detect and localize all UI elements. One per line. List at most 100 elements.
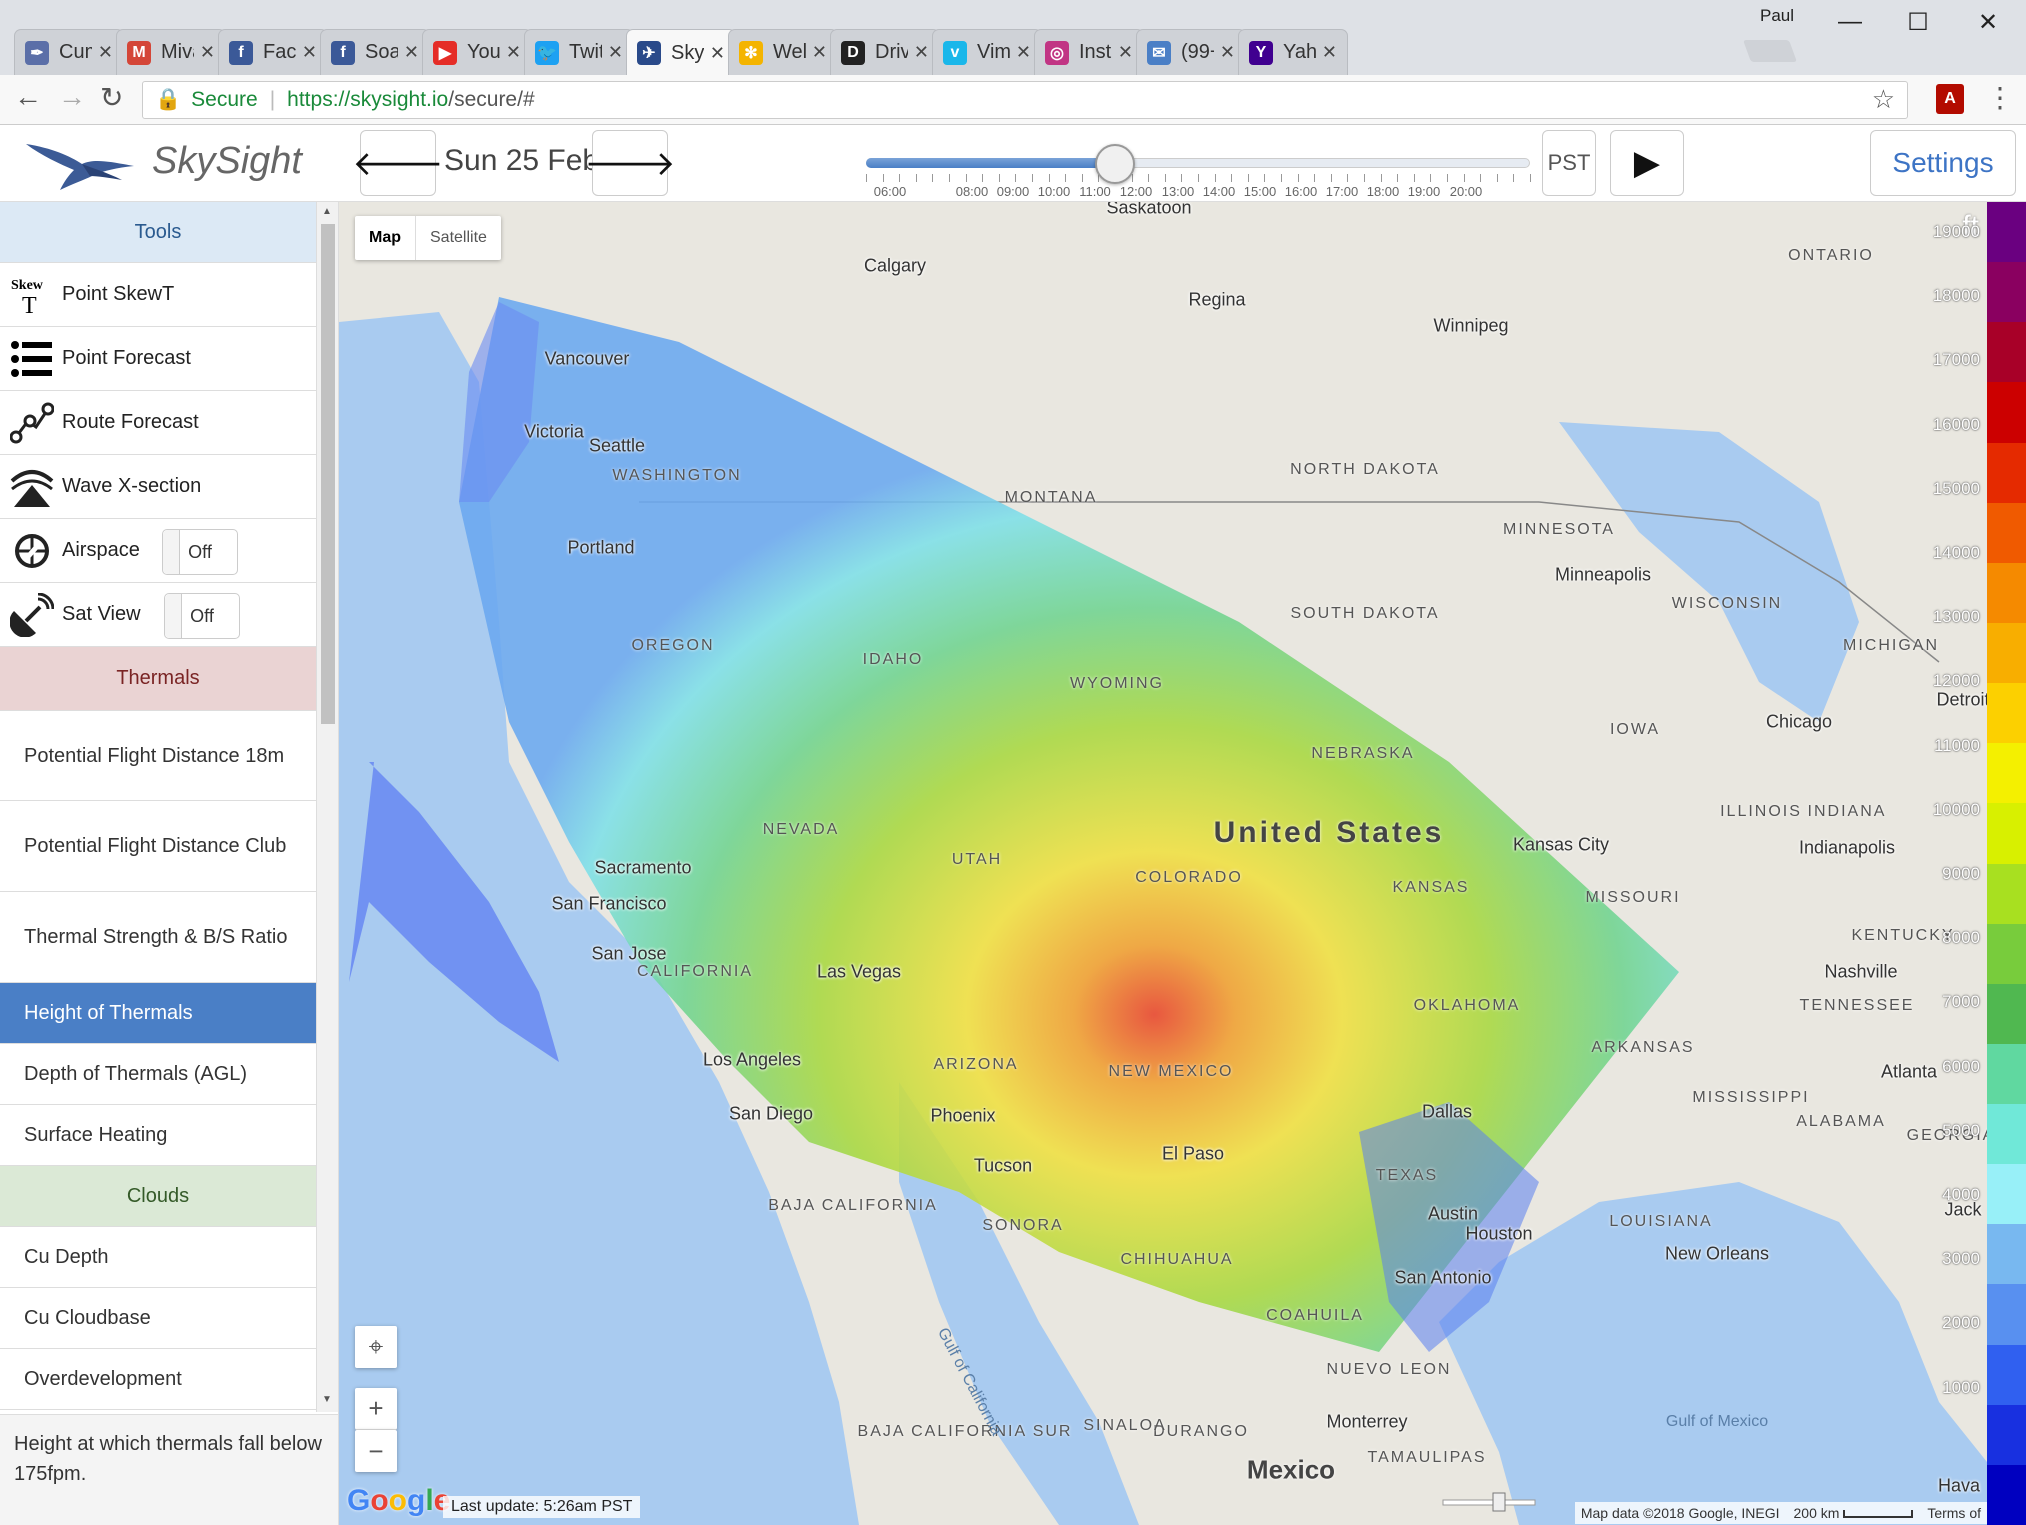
- time-label[interactable]: 17:00: [1326, 184, 1359, 199]
- map-type-satellite-button[interactable]: Satellite: [415, 216, 501, 260]
- zoom-in-button[interactable]: +: [355, 1388, 397, 1430]
- browser-menu-icon[interactable]: ⋮: [1986, 81, 2014, 114]
- time-label[interactable]: 08:00: [956, 184, 989, 199]
- time-slider[interactable]: 06:00 08:00 09:00 10:00 11:00 12:00 13:00 14:00…: [866, 144, 1531, 199]
- terms-link[interactable]: Terms of: [1927, 1505, 1981, 1521]
- scroll-down-icon[interactable]: ▼: [322, 1394, 332, 1405]
- time-label[interactable]: 20:00: [1450, 184, 1483, 199]
- layer-overdevelopment[interactable]: Overdevelopment: [0, 1349, 316, 1410]
- time-label[interactable]: 10:00: [1038, 184, 1071, 199]
- address-bar[interactable]: 🔒 Secure | https://skysight.io /secure/#…: [142, 81, 1908, 119]
- my-location-button[interactable]: ⌖: [355, 1326, 397, 1368]
- browser-tab[interactable]: ✉ (99+) ✕: [1136, 29, 1246, 75]
- map-type-control[interactable]: Map Satellite: [355, 216, 501, 260]
- browser-tab[interactable]: Y Yaho ✕: [1238, 29, 1348, 75]
- bookmark-star-icon[interactable]: ☆: [1872, 84, 1895, 115]
- tab-close-icon[interactable]: ✕: [302, 42, 317, 63]
- browser-tab[interactable]: v Vime ✕: [932, 29, 1042, 75]
- browser-tab[interactable]: ▶ YouT ✕: [422, 29, 532, 75]
- tab-close-icon[interactable]: ✕: [1322, 42, 1337, 63]
- layer-depth-of-thermals[interactable]: Depth of Thermals (AGL): [0, 1044, 316, 1105]
- time-tick: [915, 174, 917, 182]
- tool-airspace[interactable]: Airspace Off: [0, 519, 316, 583]
- tab-close-icon[interactable]: ✕: [98, 42, 113, 63]
- sat-view-toggle[interactable]: Off: [164, 593, 240, 639]
- tool-point-skewt[interactable]: Skew T Point SkewT: [0, 263, 316, 327]
- airspace-toggle[interactable]: Off: [162, 529, 238, 575]
- map-canvas[interactable]: [339, 202, 1987, 1525]
- tab-close-icon[interactable]: ✕: [710, 43, 725, 64]
- close-window-icon[interactable]: ✕: [1958, 4, 2018, 40]
- next-day-button[interactable]: 🡒: [584, 130, 676, 196]
- browser-tab[interactable]: ✒ Cumu ✕: [14, 29, 124, 75]
- layer-potential-flight-distance-18m[interactable]: Potential Flight Distance 18m: [0, 711, 316, 801]
- layer-cu-depth[interactable]: Cu Depth: [0, 1227, 316, 1288]
- tab-close-icon[interactable]: ✕: [1016, 42, 1031, 63]
- sidebar-scrollbar[interactable]: ▲ ▼: [316, 202, 338, 1412]
- zoom-out-button[interactable]: −: [355, 1430, 397, 1472]
- tab-close-icon[interactable]: ✕: [812, 42, 827, 63]
- clouds-section-header[interactable]: Clouds: [0, 1166, 316, 1227]
- tab-close-icon[interactable]: ✕: [608, 42, 623, 63]
- browser-tab[interactable]: ◎ Insta ✕: [1034, 29, 1144, 75]
- pdf-extension-icon[interactable]: A: [1936, 84, 1964, 114]
- time-label[interactable]: 09:00: [997, 184, 1030, 199]
- tool-route-forecast[interactable]: Route Forecast: [0, 391, 316, 455]
- tab-close-icon[interactable]: ✕: [200, 42, 215, 63]
- layer-cu-cloudbase[interactable]: Cu Cloudbase: [0, 1288, 316, 1349]
- prev-day-button[interactable]: 🡐: [352, 130, 444, 196]
- browser-tab[interactable]: 🐦 Twitt ✕: [524, 29, 634, 75]
- tools-section-header[interactable]: Tools: [0, 202, 316, 263]
- time-label[interactable]: 13:00: [1162, 184, 1195, 199]
- tab-close-icon[interactable]: ✕: [914, 42, 929, 63]
- forecast-map[interactable]: Saskatoon Calgary Regina Winnipeg Vancouver V…: [339, 202, 1987, 1525]
- browser-tab[interactable]: M Miva ✕: [116, 29, 226, 75]
- tab-close-icon[interactable]: ✕: [1118, 42, 1133, 63]
- new-tab-button[interactable]: [1742, 40, 1798, 62]
- time-label[interactable]: 11:00: [1079, 184, 1111, 199]
- browser-tab[interactable]: D Drive ✕: [830, 29, 940, 75]
- tab-close-icon[interactable]: ✕: [1220, 42, 1235, 63]
- time-label[interactable]: 16:00: [1285, 184, 1318, 199]
- browser-tab[interactable]: f Soari ✕: [320, 29, 430, 75]
- profile-name[interactable]: Paul: [1760, 6, 1794, 26]
- time-label[interactable]: 12:00: [1120, 184, 1153, 199]
- thermals-section-header[interactable]: Thermals: [0, 647, 316, 711]
- timezone-button[interactable]: PST: [1542, 130, 1596, 196]
- browser-tab[interactable]: f Facel ✕: [218, 29, 328, 75]
- tab-close-icon[interactable]: ✕: [404, 42, 419, 63]
- browser-tab[interactable]: ✈ SkySi ✕: [626, 29, 736, 76]
- settings-button[interactable]: Settings: [1870, 130, 2016, 196]
- reload-icon[interactable]: ↻: [100, 81, 123, 114]
- sidebar-scroll-thumb[interactable]: [321, 224, 335, 724]
- minimize-icon[interactable]: —: [1820, 4, 1880, 40]
- tab-close-icon[interactable]: ✕: [506, 42, 521, 63]
- time-label[interactable]: 15:00: [1244, 184, 1277, 199]
- layer-height-of-thermals[interactable]: Height of Thermals: [0, 983, 316, 1044]
- layer-list[interactable]: Tools Skew T Point SkewT Point Forecast R…: [0, 202, 316, 1412]
- scroll-up-icon[interactable]: ▲: [322, 206, 332, 217]
- layer-thermal-strength[interactable]: Thermal Strength & B/S Ratio: [0, 892, 316, 983]
- maximize-icon[interactable]: ☐: [1888, 4, 1948, 40]
- play-button[interactable]: ▶: [1610, 130, 1684, 196]
- map-type-map-button[interactable]: Map: [355, 216, 415, 260]
- legend-swatch: [1987, 1404, 2026, 1466]
- region-label: NUEVO LEON: [1326, 1361, 1452, 1378]
- tool-sat-view[interactable]: Sat View Off: [0, 583, 316, 647]
- skysight-icon: ✈: [637, 41, 661, 65]
- tool-wave-xsection[interactable]: Wave X-section: [0, 455, 316, 519]
- time-tick: [1015, 174, 1017, 182]
- time-slider-thumb[interactable]: [1095, 144, 1135, 184]
- time-label[interactable]: 06:00: [874, 184, 907, 199]
- forward-icon[interactable]: →: [58, 81, 86, 113]
- browser-tab[interactable]: ✻ Welc ✕: [728, 29, 838, 75]
- back-icon[interactable]: ←: [14, 81, 42, 113]
- layer-potential-flight-distance-club[interactable]: Potential Flight Distance Club: [0, 801, 316, 892]
- tool-point-forecast[interactable]: Point Forecast: [0, 327, 316, 391]
- time-label[interactable]: 14:00: [1203, 184, 1236, 199]
- time-label[interactable]: 19:00: [1408, 184, 1441, 199]
- opacity-slider[interactable]: [1441, 1492, 1537, 1512]
- layer-surface-heating[interactable]: Surface Heating: [0, 1105, 316, 1166]
- time-label[interactable]: 18:00: [1367, 184, 1400, 199]
- legend-swatch: [1987, 1224, 2026, 1286]
